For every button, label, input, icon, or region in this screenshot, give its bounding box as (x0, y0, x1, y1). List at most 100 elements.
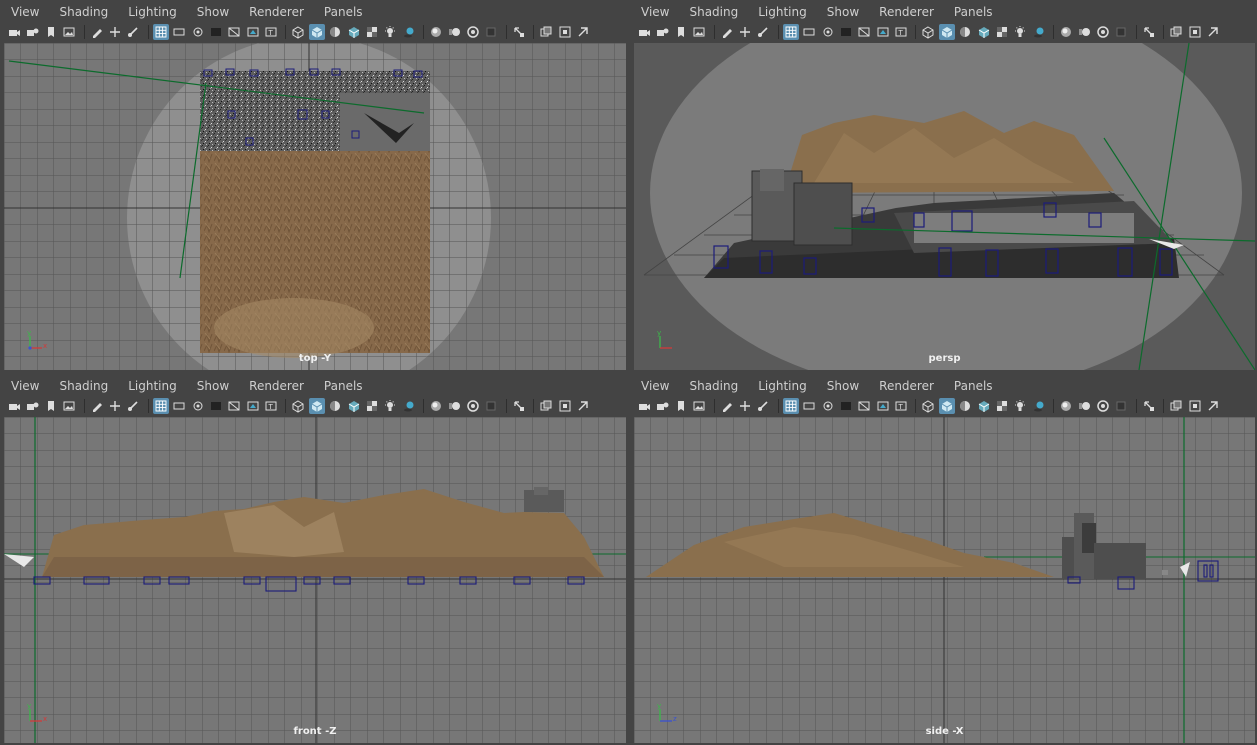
menu-panels[interactable]: Panels (944, 0, 1003, 24)
textured-icon[interactable] (364, 398, 380, 414)
menu-lighting[interactable]: Lighting (748, 374, 817, 398)
shadows-icon[interactable] (1031, 398, 1047, 414)
camera-select-icon[interactable] (636, 398, 652, 414)
textured-icon[interactable] (364, 24, 380, 40)
grid-icon[interactable] (782, 24, 799, 40)
textured-icon[interactable] (994, 24, 1010, 40)
screen-space-ao-icon[interactable] (428, 398, 444, 414)
menu-shading[interactable]: Shading (679, 374, 748, 398)
depth-of-field-icon[interactable] (1113, 24, 1129, 40)
bookmark-icon[interactable] (673, 398, 689, 414)
wireframe-on-shaded-icon[interactable] (976, 24, 992, 40)
gate-mask-icon[interactable] (838, 24, 854, 40)
menu-renderer[interactable]: Renderer (869, 0, 944, 24)
safe-action-icon[interactable] (875, 24, 891, 40)
resolution-gate-icon[interactable] (820, 398, 836, 414)
menu-show[interactable]: Show (187, 374, 239, 398)
isolate-select-icon[interactable] (511, 24, 527, 40)
grease-pencil-icon[interactable] (719, 24, 735, 40)
use-all-lights-icon[interactable] (1012, 398, 1028, 414)
2d-pan-zoom-icon[interactable] (107, 24, 123, 40)
safe-action-icon[interactable] (245, 24, 261, 40)
field-chart-icon[interactable] (856, 24, 872, 40)
menu-renderer[interactable]: Renderer (239, 374, 314, 398)
camera-attributes-icon[interactable] (654, 398, 670, 414)
shadows-icon[interactable] (401, 24, 417, 40)
grease-pencil-icon[interactable] (719, 398, 735, 414)
image-plane-icon[interactable] (691, 398, 707, 414)
wireframe-icon[interactable] (920, 398, 936, 414)
backface-culling-icon[interactable] (575, 398, 591, 414)
menu-view[interactable]: View (0, 0, 49, 24)
xray-icon[interactable] (1168, 24, 1184, 40)
menu-renderer[interactable]: Renderer (869, 374, 944, 398)
screen-space-ao-icon[interactable] (1058, 398, 1074, 414)
isolate-select-icon[interactable] (1141, 398, 1157, 414)
image-plane-icon[interactable] (691, 24, 707, 40)
image-plane-icon[interactable] (61, 398, 77, 414)
menu-view[interactable]: View (630, 374, 679, 398)
camera-attributes-icon[interactable] (24, 398, 40, 414)
screen-space-ao-icon[interactable] (1058, 24, 1074, 40)
wireframe-icon[interactable] (290, 24, 306, 40)
field-chart-icon[interactable] (226, 398, 242, 414)
field-chart-icon[interactable] (856, 398, 872, 414)
motion-blur-icon[interactable] (1077, 24, 1093, 40)
grid-icon[interactable] (782, 398, 799, 414)
menu-renderer[interactable]: Renderer (239, 0, 314, 24)
smooth-shade-icon[interactable] (308, 24, 325, 40)
motion-blur-icon[interactable] (1077, 398, 1093, 414)
grid-icon[interactable] (152, 24, 169, 40)
image-plane-icon[interactable] (61, 24, 77, 40)
menu-lighting[interactable]: Lighting (748, 0, 817, 24)
xray-joints-icon[interactable] (557, 24, 573, 40)
backface-culling-icon[interactable] (1205, 398, 1221, 414)
motion-blur-icon[interactable] (447, 24, 463, 40)
xray-joints-icon[interactable] (1187, 24, 1203, 40)
film-gate-icon[interactable] (171, 24, 187, 40)
anti-aliasing-icon[interactable] (1095, 398, 1111, 414)
menu-show[interactable]: Show (817, 374, 869, 398)
menu-shading[interactable]: Shading (49, 374, 118, 398)
anti-aliasing-icon[interactable] (465, 398, 481, 414)
smooth-shade-icon[interactable] (938, 24, 955, 40)
textured-icon[interactable] (994, 398, 1010, 414)
anti-aliasing-icon[interactable] (1095, 24, 1111, 40)
view-transform-icon[interactable] (125, 24, 141, 40)
smooth-shade-icon[interactable] (308, 398, 325, 414)
resolution-gate-icon[interactable] (820, 24, 836, 40)
default-material-icon[interactable] (957, 398, 973, 414)
safe-title-icon[interactable]: T (263, 24, 279, 40)
grease-pencil-icon[interactable] (89, 24, 105, 40)
2d-pan-zoom-icon[interactable] (737, 24, 753, 40)
menu-lighting[interactable]: Lighting (118, 374, 187, 398)
bookmark-icon[interactable] (43, 24, 59, 40)
gate-mask-icon[interactable] (208, 24, 224, 40)
wireframe-icon[interactable] (290, 398, 306, 414)
view-transform-icon[interactable] (125, 398, 141, 414)
menu-panels[interactable]: Panels (314, 374, 373, 398)
menu-view[interactable]: View (630, 0, 679, 24)
use-all-lights-icon[interactable] (382, 24, 398, 40)
camera-select-icon[interactable] (6, 24, 22, 40)
view-transform-icon[interactable] (755, 398, 771, 414)
smooth-shade-icon[interactable] (938, 398, 955, 414)
screen-space-ao-icon[interactable] (428, 24, 444, 40)
menu-show[interactable]: Show (187, 0, 239, 24)
xray-joints-icon[interactable] (1187, 398, 1203, 414)
use-all-lights-icon[interactable] (382, 398, 398, 414)
view-transform-icon[interactable] (755, 24, 771, 40)
bookmark-icon[interactable] (673, 24, 689, 40)
motion-blur-icon[interactable] (447, 398, 463, 414)
default-material-icon[interactable] (957, 24, 973, 40)
viewport-side[interactable]: y z side -X (634, 417, 1255, 743)
gate-mask-icon[interactable] (208, 398, 224, 414)
xray-icon[interactable] (1168, 398, 1184, 414)
xray-icon[interactable] (538, 398, 554, 414)
camera-attributes-icon[interactable] (24, 24, 40, 40)
anti-aliasing-icon[interactable] (465, 24, 481, 40)
camera-attributes-icon[interactable] (654, 24, 670, 40)
film-gate-icon[interactable] (171, 398, 187, 414)
xray-joints-icon[interactable] (557, 398, 573, 414)
camera-select-icon[interactable] (636, 24, 652, 40)
